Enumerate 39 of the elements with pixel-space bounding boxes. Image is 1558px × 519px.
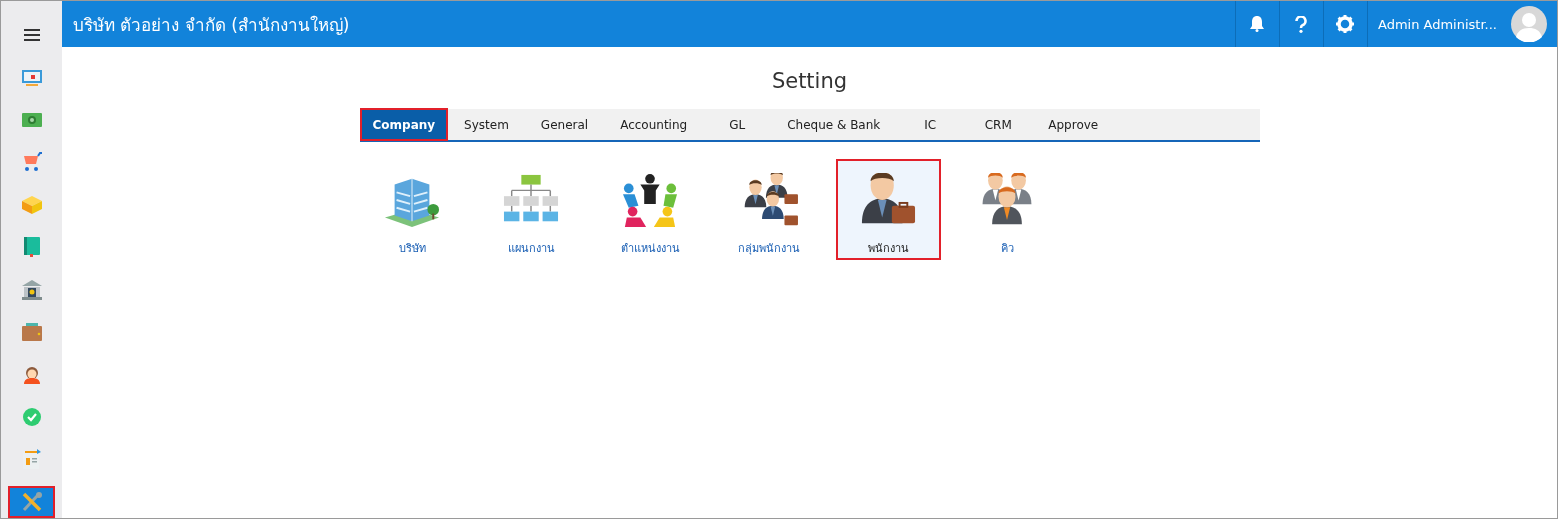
tab[interactable]: IC [896,108,965,141]
settings-tile[interactable]: บริษัท [359,159,465,260]
person-icon [21,365,42,384]
tab[interactable]: CRM [964,108,1033,141]
banknote-icon [21,113,42,128]
settings-tile[interactable]: พนักงาน [835,159,941,260]
tab[interactable]: Accounting [604,108,704,141]
tab[interactable]: Approve [1032,108,1115,141]
tile-label: แผนกงาน [507,241,555,257]
settings-tile[interactable]: แผนกงาน [478,159,584,260]
tile-label: คิว [1000,241,1014,257]
help-icon [1295,15,1308,33]
book-icon [23,237,40,258]
company-title: บริษัท ตัวอย่าง จำกัด (สำนักงานใหญ่) [72,13,351,37]
wallet-icon [21,323,42,342]
box-icon [21,195,42,214]
tab[interactable]: GL [703,108,772,141]
avatar-icon[interactable] [1511,6,1547,42]
settings-icon [1336,15,1355,33]
settings-tile[interactable]: กลุ่มพนักงาน [716,159,822,260]
settings-tile[interactable]: คิว [954,159,1060,260]
tile-label: บริษัท [398,241,426,257]
user-name[interactable]: Admin Administr... [1377,16,1497,32]
bank-icon [21,279,42,300]
tab[interactable]: Cheque & Bank [771,108,897,141]
tools-icon [20,490,43,513]
tab[interactable]: System [448,108,525,141]
tile-label: ตำแหน่งงาน [620,241,680,257]
check-icon [22,408,41,426]
tile-label: กลุ่มพนักงาน [738,241,800,257]
cart-icon [21,152,42,173]
menu-icon [23,29,40,42]
bell-icon [1250,16,1265,32]
tab[interactable]: General [524,108,605,141]
page-title: Setting [771,69,848,93]
tab[interactable]: Company [359,108,449,141]
tile-label: พนักงาน [867,241,909,257]
monitor-icon [21,69,42,86]
settings-tile[interactable]: ตำแหน่งงาน [597,159,703,260]
